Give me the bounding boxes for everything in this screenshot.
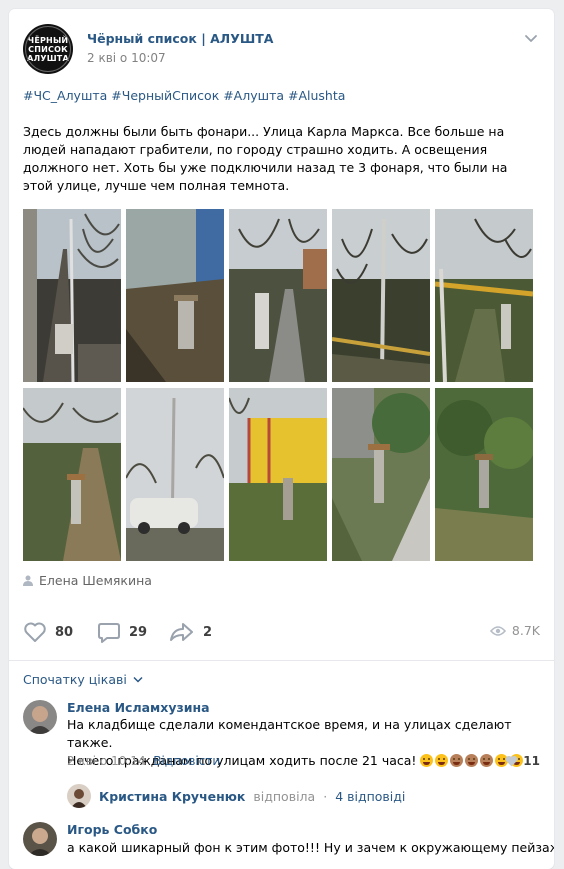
heart-icon [505, 755, 518, 767]
views-counter: 8.7K [489, 623, 540, 638]
comments-sort-dropdown[interactable]: Спочатку цікаві [23, 672, 143, 687]
comment-button[interactable]: 29 [97, 621, 147, 643]
post-photo[interactable] [23, 388, 121, 561]
views-count: 8.7K [511, 623, 540, 638]
reply-thread[interactable]: Кристина Крученюк відповіла · 4 відповід… [67, 780, 540, 812]
post-photo[interactable] [23, 209, 121, 382]
post-photo[interactable] [126, 388, 224, 561]
share-arrow-icon [170, 623, 193, 641]
likes-count: 80 [55, 624, 74, 640]
comment-author-link[interactable]: Игорь Собко [67, 822, 157, 837]
grinning-emoji-icon [435, 754, 449, 767]
heart-icon [24, 622, 46, 642]
post-photo[interactable] [332, 209, 430, 382]
reply-button[interactable]: Відповісти [153, 754, 220, 768]
replies-count-link[interactable]: 4 відповіді [335, 789, 405, 804]
avatar [67, 784, 91, 808]
grinning-emoji-icon [420, 754, 434, 767]
comment-meta: 2 кві о 10:14 Відповісти [67, 754, 220, 768]
reply-verb: відповіла [253, 788, 316, 804]
comment-bubble-icon [98, 623, 120, 643]
avatar[interactable] [23, 700, 57, 734]
post-card: ЧЁРНЫЙ СПИСОК АЛУШТА Чёрный список | АЛУ… [9, 9, 554, 869]
eye-icon [489, 625, 506, 636]
post-header: ЧЁРНЫЙ СПИСОК АЛУШТА Чёрный список | АЛУ… [23, 24, 540, 74]
chevron-down-icon[interactable] [524, 34, 538, 44]
reply-author-link[interactable]: Кристина Крученюк [99, 789, 245, 804]
post-photo[interactable] [332, 388, 430, 561]
post-text: Здесь должны были быть фонари... Улица К… [23, 124, 508, 193]
post-photo[interactable] [229, 388, 327, 561]
comment-date[interactable]: 2 кві о 10:14 [67, 754, 146, 768]
post-photo[interactable] [435, 209, 533, 382]
avatar[interactable] [23, 822, 57, 856]
post-photo[interactable] [229, 209, 327, 382]
person-icon [23, 575, 33, 586]
chevron-down-icon [133, 676, 143, 683]
shares-count: 2 [203, 624, 213, 640]
post-date[interactable]: 2 кві о 10:07 [87, 51, 166, 65]
group-name-link[interactable]: Чёрный список | АЛУШТА [87, 31, 273, 46]
post-actions: 80 29 2 8.7K [23, 621, 540, 645]
photo-author[interactable]: Елена Шемякина [23, 573, 152, 588]
comment-text-line: На кладбище сделали комендантское время,… [67, 717, 512, 750]
post-photo[interactable] [126, 209, 224, 382]
like-button[interactable]: 80 [23, 621, 73, 643]
share-button[interactable]: 2 [169, 621, 212, 643]
photo-author-name: Елена Шемякина [39, 573, 152, 588]
post-photo[interactable] [435, 388, 533, 561]
comment-like-button[interactable]: 11 [505, 754, 540, 768]
comment-author-link[interactable]: Елена Исламхузина [67, 700, 210, 715]
comments-count: 29 [129, 624, 148, 640]
group-avatar[interactable]: ЧЁРНЫЙ СПИСОК АЛУШТА [23, 24, 73, 74]
comment-likes-count: 11 [523, 754, 540, 768]
see-no-evil-monkey-icon [465, 754, 479, 767]
see-no-evil-monkey-icon [480, 754, 494, 767]
separator: · [323, 788, 328, 804]
comment-text: а какой шикарный фон к этим фото!!! Ну и… [67, 840, 554, 855]
divider [9, 660, 554, 661]
sort-label: Спочатку цікаві [23, 672, 127, 687]
see-no-evil-monkey-icon [450, 754, 464, 767]
post-hashtags[interactable]: #ЧС_Алушта #ЧерныйСписок #Алушта #Alusht… [23, 88, 345, 103]
